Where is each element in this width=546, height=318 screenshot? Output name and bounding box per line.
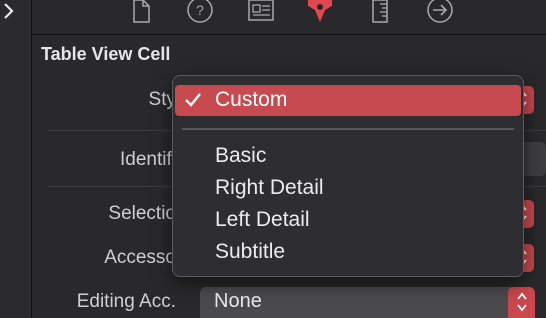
file-icon[interactable] — [130, 0, 152, 24]
accessory-label: Accesso — [104, 247, 176, 268]
chevron-right-icon[interactable] — [2, 2, 16, 20]
editing-accessory-stepper[interactable] — [508, 287, 535, 318]
menu-separator — [182, 128, 514, 130]
connections-icon[interactable] — [426, 0, 454, 24]
menu-item-label: Left Detail — [215, 208, 310, 231]
menu-item-label: Subtitle — [215, 240, 286, 263]
editing-accessory-label: Editing Acc. — [76, 291, 176, 312]
menu-item-basic[interactable]: Basic — [173, 141, 523, 172]
inspector-toolbar: ? — [32, 0, 546, 35]
menu-item-right-detail[interactable]: Right Detail — [173, 173, 523, 204]
help-icon[interactable]: ? — [186, 0, 214, 24]
svg-text:?: ? — [196, 2, 204, 18]
selection-label: Selectio — [108, 203, 176, 224]
identifier-label: Identifi — [120, 149, 176, 170]
size-icon[interactable] — [370, 0, 390, 24]
style-dropdown-menu: Custom Basic Right Detail Left Detail Su… — [172, 75, 524, 277]
menu-item-label: Right Detail — [215, 176, 324, 199]
section-title: Table View Cell — [41, 44, 171, 64]
checkmark-icon — [185, 93, 201, 107]
menu-item-label: Custom — [215, 88, 288, 111]
editing-accessory-value: None — [214, 290, 262, 312]
menu-item-custom[interactable]: Custom — [175, 85, 521, 116]
attributes-icon[interactable] — [304, 0, 336, 24]
identity-icon[interactable] — [247, 0, 275, 24]
editing-accessory-popup[interactable]: None — [200, 287, 535, 318]
menu-item-label: Basic — [215, 144, 267, 167]
menu-item-left-detail[interactable]: Left Detail — [173, 205, 523, 236]
left-rail — [0, 0, 32, 318]
menu-item-subtitle[interactable]: Subtitle — [173, 237, 523, 268]
